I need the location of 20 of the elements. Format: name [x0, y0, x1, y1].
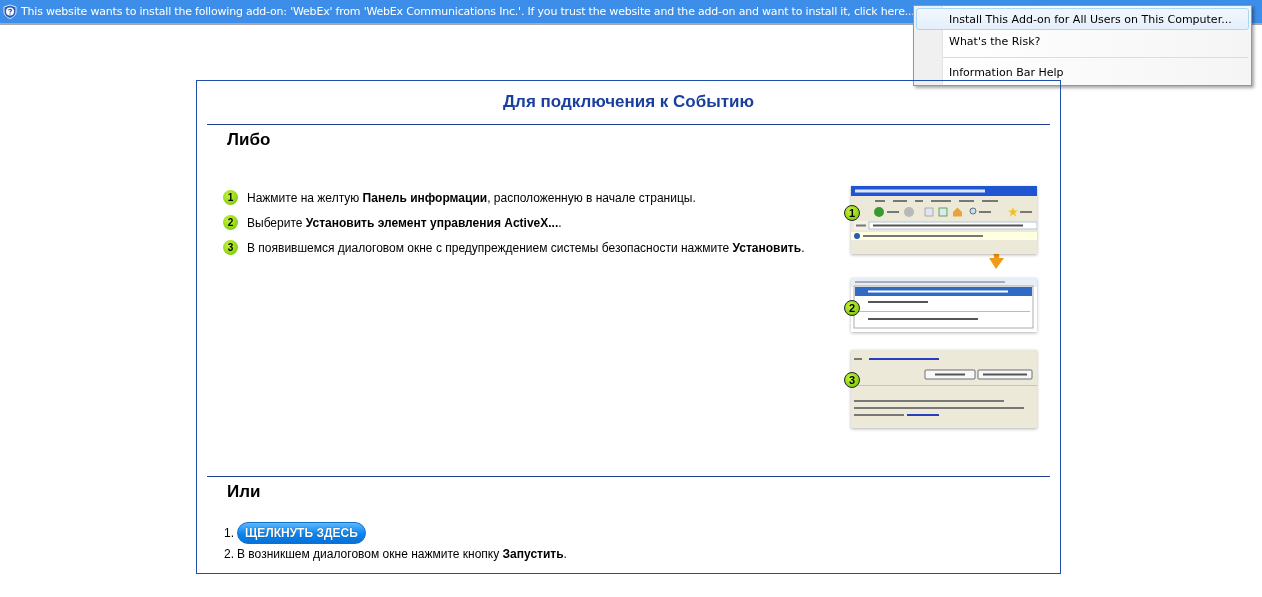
step-number: 1 — [223, 190, 238, 205]
click-here-button[interactable]: ЩЕЛКНУТЬ ЗДЕСЬ — [237, 522, 366, 544]
menu-item[interactable]: Install This Add-on for All Users on This Computer... — [916, 8, 1249, 30]
step-text: Выберите Установить элемент управления ActiveX.... — [247, 215, 562, 230]
list-number: 2. — [224, 547, 234, 561]
step-number: 3 — [844, 372, 860, 388]
section-heading: Либо — [227, 130, 272, 150]
step-number: 2 — [223, 215, 238, 230]
step-text: Нажмите на желтую Панель информации, расположенную в начале страницы. — [247, 190, 696, 205]
shield-help-icon — [3, 4, 17, 19]
step-number: 1 — [844, 205, 860, 221]
step-text: В появившемся диалоговом окне с предупреждением системы безопасности нажмите Установить. — [247, 240, 805, 255]
page-title: Для подключения к Событию — [501, 92, 756, 113]
menu-item[interactable]: What's the Risk? — [916, 30, 1249, 52]
section-heading: Или — [227, 482, 262, 502]
information-bar-text: This website wants to install the following add-on: 'WebEx' from 'WebEx Communications Inc.'. If you trust the website and the add-on and want to install it, click here... — [21, 5, 915, 18]
list-number: 1. — [224, 526, 234, 540]
step-number: 2 — [844, 300, 860, 316]
step-number: 3 — [223, 240, 238, 255]
instruction-text: В возникшем диалоговом окне нажмите кнопку Запустить. — [237, 547, 567, 561]
